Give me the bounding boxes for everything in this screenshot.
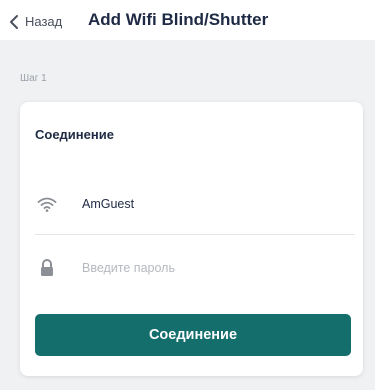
wifi-network-row[interactable]: AmGuest [35,186,350,222]
main-content: Шаг 1 Соединение AmGuest Соединение [0,40,375,390]
lock-icon [37,258,57,278]
password-row [35,250,350,286]
card-title: Соединение [35,127,114,142]
step-label: Шаг 1 [20,73,47,84]
back-label: Назад [25,14,63,29]
wifi-icon [37,194,57,214]
chevron-left-icon [10,15,18,29]
back-button[interactable]: Назад [8,12,62,32]
divider [35,234,355,235]
header: Назад Add Wifi Blind/Shutter [0,0,375,40]
page-title: Add Wifi Blind/Shutter [88,10,269,29]
connect-button[interactable]: Соединение [35,314,351,356]
wifi-network-name: AmGuest [82,197,135,211]
password-input[interactable] [82,261,322,275]
connection-card: Соединение AmGuest Соединение [20,102,363,376]
